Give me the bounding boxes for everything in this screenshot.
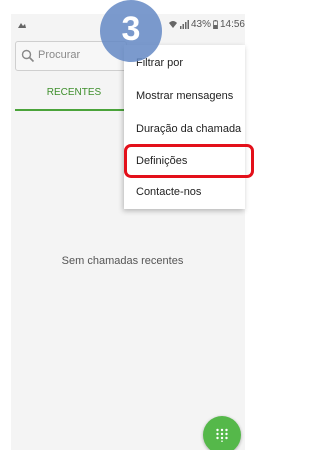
- battery-icon: [213, 20, 218, 29]
- wifi-icon: [168, 21, 177, 28]
- dialpad-button[interactable]: [203, 416, 241, 450]
- tab-recentes[interactable]: RECENTES: [15, 87, 133, 98]
- menu-item-duracao-da-chamada[interactable]: Duração da chamada: [136, 123, 241, 135]
- search-icon: [21, 49, 35, 63]
- notification-icon: [18, 23, 26, 28]
- search-placeholder: Procurar: [38, 49, 81, 61]
- highlight-box: [124, 144, 254, 178]
- empty-state-message: Sem chamadas recentes: [61, 255, 184, 267]
- menu-item-contacte-nos[interactable]: Contacte-nos: [136, 186, 201, 198]
- battery-percent: 43%: [190, 19, 211, 30]
- overflow-menu: Filtrar por Mostrar mensagens Duração da…: [124, 45, 245, 209]
- step-badge: 3: [100, 0, 162, 62]
- dialpad-icon: [216, 428, 228, 442]
- signal-icon: [179, 20, 189, 29]
- tab-selected-indicator: [15, 109, 141, 111]
- menu-item-mostrar-mensagens[interactable]: Mostrar mensagens: [136, 90, 233, 102]
- clock: 14:56: [219, 19, 245, 30]
- step-number: 3: [121, 10, 141, 48]
